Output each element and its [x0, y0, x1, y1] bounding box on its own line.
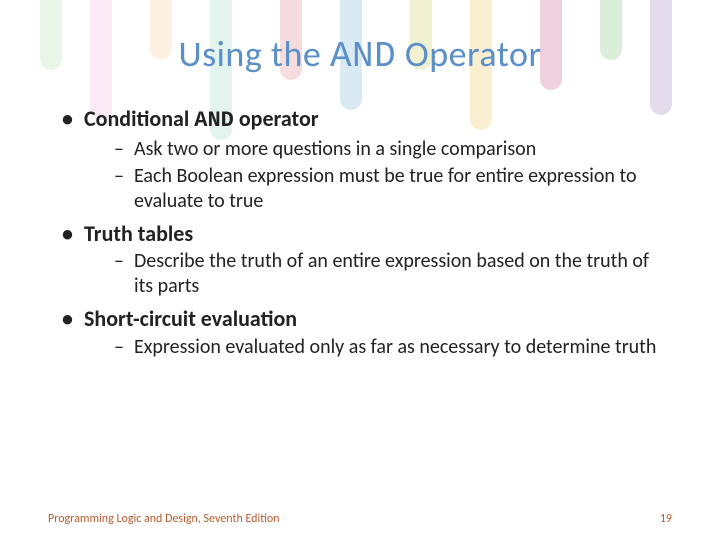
bullet-label: Short-circuit evaluation	[84, 305, 297, 332]
footer-source: Programming Logic and Design, Seventh Ed…	[48, 512, 280, 526]
bullet-item: Conditional AND operator Ask two or more …	[62, 105, 672, 214]
bullet-label: Truth tables	[84, 220, 193, 247]
bullet-item: Truth tablesDescribe the truth of an ent…	[62, 220, 672, 300]
footer-page-number: 19	[660, 512, 672, 526]
sub-bullet-item: Each Boolean expression must be true for…	[114, 164, 672, 214]
slide-footer: Programming Logic and Design, Seventh Ed…	[48, 512, 672, 526]
slide-content: Conditional AND operator Ask two or more …	[48, 105, 672, 360]
title-post: Operator	[396, 32, 541, 76]
bullet-list: Conditional AND operator Ask two or more …	[48, 105, 672, 360]
sub-bullet-list: Ask two or more questions in a single co…	[84, 137, 672, 214]
sub-bullet-item: Ask two or more questions in a single co…	[114, 137, 672, 162]
bullet-item: Short-circuit evaluation Expression evalu…	[62, 305, 672, 360]
slide-title: Using the AND Operator	[48, 32, 672, 77]
bullet-label: Conditional AND operator	[84, 105, 319, 132]
title-mono: AND	[330, 36, 396, 77]
slide: Using the AND Operator Conditional AND o…	[0, 0, 720, 540]
sub-bullet-item: Expression evaluated only as far as nece…	[114, 335, 672, 360]
sub-bullet-item: Describe the truth of an entire expressi…	[114, 249, 672, 299]
sub-bullet-list: Describe the truth of an entire expressi…	[84, 249, 672, 299]
title-pre: Using the	[178, 32, 329, 76]
sub-bullet-list: Expression evaluated only as far as nece…	[84, 335, 672, 360]
